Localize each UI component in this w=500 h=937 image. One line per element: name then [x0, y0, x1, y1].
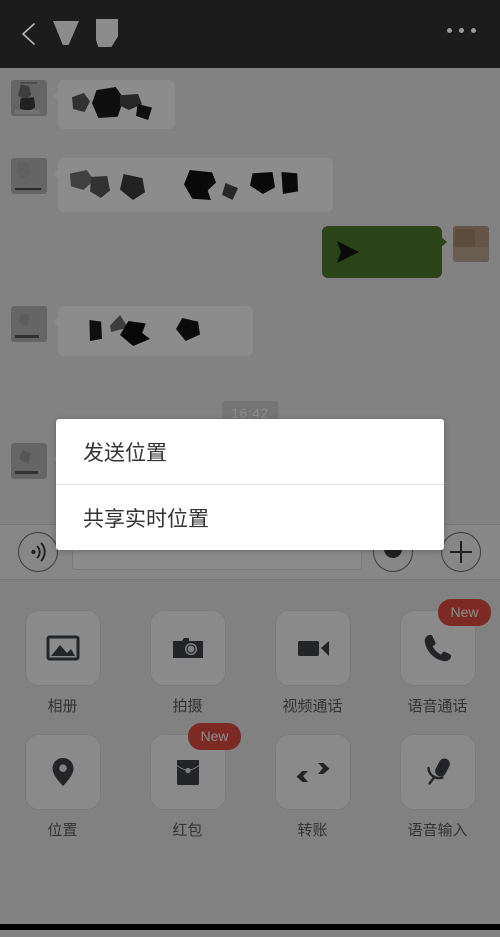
more-options-icon[interactable] — [447, 28, 476, 33]
dot — [447, 28, 452, 33]
redacted-title-shape-b — [96, 19, 118, 47]
back-chevron-icon[interactable] — [18, 20, 40, 48]
dot — [471, 28, 476, 33]
location-action-sheet: 发送位置 共享实时位置 — [56, 419, 444, 550]
action-sheet-option-send-location[interactable]: 发送位置 — [56, 419, 444, 484]
dot — [459, 28, 464, 33]
action-sheet-option-share-live-location[interactable]: 共享实时位置 — [56, 485, 444, 550]
wechat-chat-screen: 16:42 相册 拍摄 视频通话 New 语音通话 位置 New 红包 转账 语… — [0, 0, 500, 937]
app-header — [0, 0, 500, 68]
redacted-title-shape-a — [53, 21, 79, 45]
